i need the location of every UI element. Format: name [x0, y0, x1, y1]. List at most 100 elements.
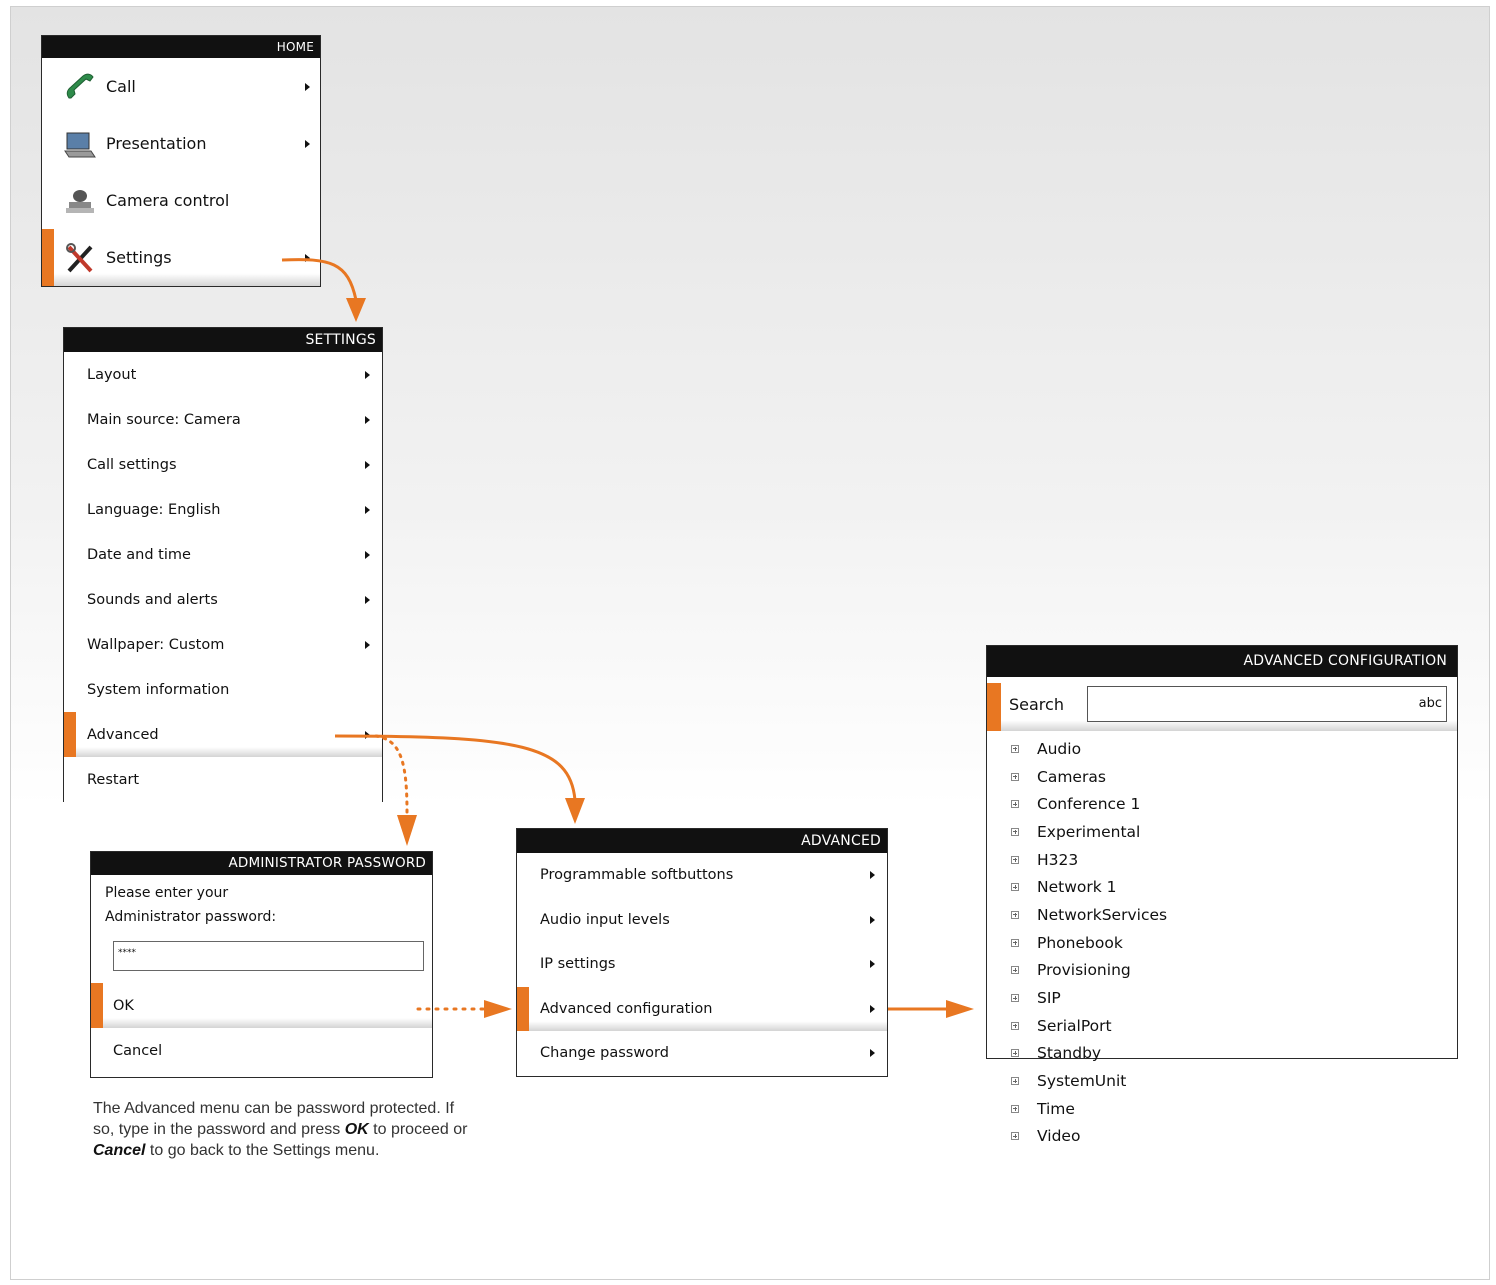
- settings-item-call-settings[interactable]: Call settings: [64, 442, 382, 487]
- expand-plus-icon[interactable]: [1011, 1021, 1019, 1030]
- phone-icon: [62, 69, 98, 105]
- expand-plus-icon[interactable]: [1011, 994, 1019, 1003]
- chevron-right-icon: [305, 253, 310, 262]
- cancel-button[interactable]: Cancel: [91, 1028, 432, 1073]
- advanced-configuration-panel: ADVANCED CONFIGURATION Search abc Audio C…: [986, 645, 1458, 1145]
- home-item-label: Settings: [106, 248, 172, 267]
- tree-item[interactable]: Video: [987, 1123, 1457, 1151]
- settings-item-label: Date and time: [87, 546, 191, 563]
- expand-plus-icon[interactable]: [1011, 772, 1019, 781]
- chevron-right-icon: [365, 505, 370, 514]
- cancel-button-label: Cancel: [113, 1042, 163, 1059]
- home-item-settings[interactable]: Settings: [42, 229, 320, 286]
- settings-item-language[interactable]: Language: English: [64, 487, 382, 532]
- expand-plus-icon[interactable]: [1011, 1077, 1019, 1086]
- expand-plus-icon[interactable]: [1011, 938, 1019, 947]
- tree-item[interactable]: SerialPort: [987, 1012, 1457, 1040]
- ok-button[interactable]: OK: [91, 983, 432, 1028]
- tree-item[interactable]: Conference 1: [987, 790, 1457, 818]
- settings-item-date-time[interactable]: Date and time: [64, 532, 382, 577]
- home-item-presentation[interactable]: Presentation: [42, 115, 320, 172]
- settings-item-advanced[interactable]: Advanced: [64, 712, 382, 757]
- chevron-right-icon: [305, 82, 310, 91]
- expand-plus-icon[interactable]: [1011, 1049, 1019, 1058]
- advanced-item-ip-settings[interactable]: IP settings: [517, 942, 887, 987]
- advanced-item-change-password[interactable]: Change password: [517, 1031, 887, 1076]
- laptop-icon: [62, 126, 98, 162]
- tree-item[interactable]: Network 1: [987, 873, 1457, 901]
- settings-item-system-information[interactable]: System information: [64, 667, 382, 712]
- tree-item[interactable]: SIP: [987, 984, 1457, 1012]
- settings-item-layout[interactable]: Layout: [64, 352, 382, 397]
- tree-item[interactable]: H323: [987, 846, 1457, 874]
- advanced-item-label: Advanced configuration: [540, 1000, 713, 1017]
- chevron-right-icon: [365, 460, 370, 469]
- note-text-2: to proceed or: [368, 1121, 468, 1138]
- expand-plus-icon[interactable]: [1011, 1132, 1019, 1141]
- expand-plus-icon[interactable]: [1011, 966, 1019, 975]
- tree-item[interactable]: NetworkServices: [987, 901, 1457, 929]
- advanced-item-audio-input-levels[interactable]: Audio input levels: [517, 897, 887, 942]
- tree-item[interactable]: Standby: [987, 1040, 1457, 1068]
- advanced-item-label: Audio input levels: [540, 911, 670, 928]
- note-ok: OK: [344, 1121, 369, 1138]
- home-item-camera-control[interactable]: Camera control: [42, 172, 320, 229]
- admin-password-prompt: Please enter your Administrator password…: [91, 875, 432, 929]
- advanced-item-advanced-configuration[interactable]: Advanced configuration: [517, 986, 887, 1031]
- expand-plus-icon[interactable]: [1011, 827, 1019, 836]
- advanced-item-label: IP settings: [540, 956, 616, 973]
- expand-plus-icon[interactable]: [1011, 855, 1019, 864]
- tree-item[interactable]: SystemUnit: [987, 1067, 1457, 1095]
- expand-plus-icon[interactable]: [1011, 744, 1019, 753]
- settings-menu-title: SETTINGS: [64, 328, 382, 352]
- tree-item[interactable]: Provisioning: [987, 957, 1457, 985]
- expand-plus-icon[interactable]: [1011, 800, 1019, 809]
- settings-item-sounds-alerts[interactable]: Sounds and alerts: [64, 577, 382, 622]
- input-mode-indicator: abc: [1418, 696, 1442, 711]
- settings-item-label: Advanced: [87, 726, 159, 743]
- chevron-right-icon: [870, 960, 875, 969]
- tree-item[interactable]: Experimental: [987, 818, 1457, 846]
- tree-item[interactable]: Phonebook: [987, 929, 1457, 957]
- settings-item-main-source[interactable]: Main source: Camera: [64, 397, 382, 442]
- chevron-right-icon: [870, 1004, 875, 1013]
- password-field[interactable]: ****: [113, 941, 424, 971]
- tree-item-label: SIP: [1037, 989, 1061, 1008]
- note-cancel: Cancel: [93, 1142, 146, 1159]
- tree-item-label: Standby: [1037, 1044, 1102, 1063]
- home-item-label: Presentation: [106, 134, 207, 153]
- caption-note: The Advanced menu can be password protec…: [93, 1098, 473, 1161]
- expand-plus-icon[interactable]: [1011, 883, 1019, 892]
- tree-item-label: SystemUnit: [1037, 1072, 1127, 1091]
- advanced-menu: ADVANCED Programmable softbuttons Audio …: [516, 828, 888, 1077]
- prompt-line-2: Administrator password:: [105, 909, 277, 925]
- home-item-call[interactable]: Call: [42, 58, 320, 115]
- settings-item-label: System information: [87, 681, 230, 698]
- home-menu-title: HOME: [42, 36, 320, 58]
- tree-item[interactable]: Cameras: [987, 763, 1457, 791]
- home-item-label: Camera control: [106, 191, 230, 210]
- advanced-item-softbuttons[interactable]: Programmable softbuttons: [517, 853, 887, 898]
- expand-plus-icon[interactable]: [1011, 1104, 1019, 1113]
- advanced-configuration-title: ADVANCED CONFIGURATION: [987, 646, 1457, 677]
- settings-item-label: Language: English: [87, 501, 221, 518]
- tree-item-label: Time: [1037, 1099, 1075, 1118]
- tree-item-label: NetworkServices: [1037, 905, 1168, 924]
- tools-icon: [62, 240, 98, 276]
- chevron-right-icon: [365, 595, 370, 604]
- settings-item-restart[interactable]: Restart: [64, 757, 382, 802]
- admin-password-dialog: ADMINISTRATOR PASSWORD Please enter your…: [90, 851, 433, 1078]
- chevron-right-icon: [365, 550, 370, 559]
- advanced-item-label: Change password: [540, 1045, 669, 1062]
- tree-item[interactable]: Audio: [987, 735, 1457, 763]
- settings-item-wallpaper[interactable]: Wallpaper: Custom: [64, 622, 382, 667]
- tree-item-label: Conference 1: [1037, 795, 1141, 814]
- settings-item-label: Call settings: [87, 456, 177, 473]
- search-input[interactable]: abc: [1087, 686, 1447, 722]
- ok-button-label: OK: [113, 997, 134, 1014]
- tree-item[interactable]: Time: [987, 1095, 1457, 1123]
- tree-item-label: Phonebook: [1037, 933, 1123, 952]
- tree-item-label: H323: [1037, 850, 1079, 869]
- settings-item-label: Main source: Camera: [87, 411, 241, 428]
- expand-plus-icon[interactable]: [1011, 910, 1019, 919]
